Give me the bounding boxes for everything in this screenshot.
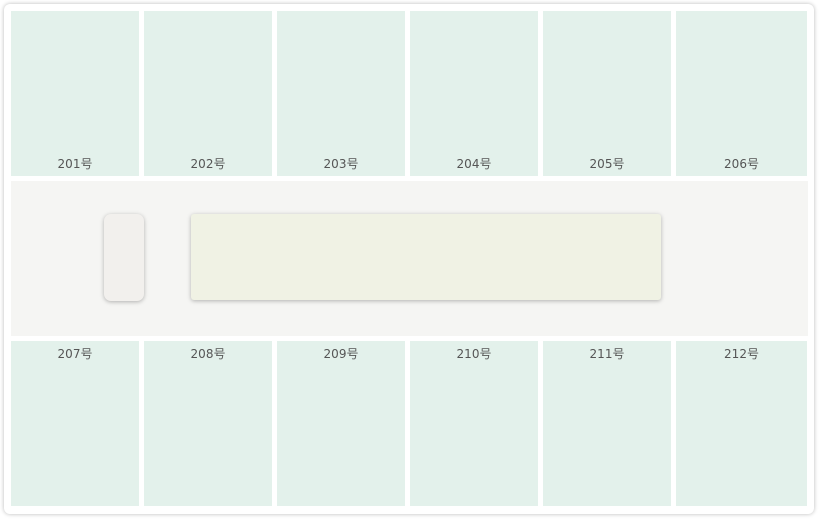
room-label: 206号 xyxy=(724,157,759,171)
room-label: 201号 xyxy=(57,157,93,171)
room-label: 202号 xyxy=(190,157,226,171)
room-label: 203号 xyxy=(323,157,359,171)
room-212[interactable]: 212号 xyxy=(676,341,807,506)
room-label: 205号 xyxy=(589,157,625,171)
room-206[interactable]: 206号 xyxy=(676,11,807,176)
room-203[interactable]: 203号 xyxy=(277,11,405,176)
room-201[interactable]: 201号 xyxy=(11,11,139,176)
room-label: 209号 xyxy=(323,347,359,361)
room-label: 210号 xyxy=(456,347,492,361)
room-207[interactable]: 207号 xyxy=(11,341,139,506)
room-204[interactable]: 204号 xyxy=(410,11,538,176)
long-table xyxy=(191,214,661,300)
room-label: 211号 xyxy=(589,347,625,361)
pillar xyxy=(104,214,144,301)
room-211[interactable]: 211号 xyxy=(543,341,671,506)
room-202[interactable]: 202号 xyxy=(144,11,272,176)
room-label: 212号 xyxy=(724,347,759,361)
room-label: 204号 xyxy=(456,157,492,171)
room-208[interactable]: 208号 xyxy=(144,341,272,506)
room-label: 208号 xyxy=(190,347,226,361)
room-205[interactable]: 205号 xyxy=(543,11,671,176)
room-210[interactable]: 210号 xyxy=(410,341,538,506)
room-label: 207号 xyxy=(57,347,93,361)
room-209[interactable]: 209号 xyxy=(277,341,405,506)
